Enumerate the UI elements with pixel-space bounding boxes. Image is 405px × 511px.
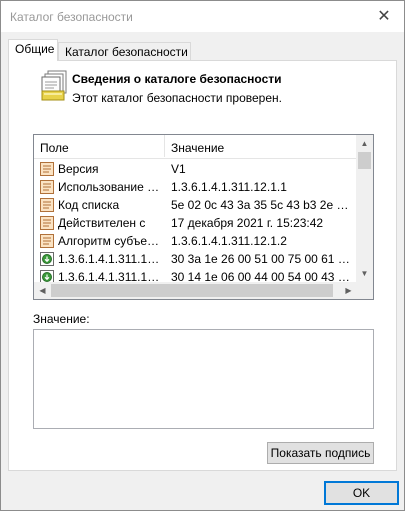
row-field: Использование субъекта — [58, 180, 163, 194]
window-title: Каталог безопасности — [10, 10, 133, 24]
info-heading: Сведения о каталоге безопасности — [72, 72, 282, 86]
list-item[interactable]: Использование субъекта 1.3.6.1.4.1.311.1… — [34, 178, 357, 196]
row-field: Алгоритм субъекта — [58, 234, 163, 248]
horizontal-scrollbar[interactable]: ◀ ▶ — [34, 282, 357, 299]
list-item[interactable]: Версия V1 — [34, 160, 357, 178]
column-field[interactable]: Поле — [40, 141, 69, 155]
row-field: Действителен с — [58, 216, 146, 230]
vertical-scrollbar[interactable]: ▲ ▼ — [356, 135, 373, 282]
row-value: 17 декабря 2021 г. 15:23:42 — [171, 216, 324, 230]
value-label: Значение: — [33, 312, 90, 326]
close-icon[interactable]: ✕ — [370, 4, 398, 28]
details-list[interactable]: Поле Значение Версия V1 Использование су… — [33, 134, 374, 300]
property-icon — [40, 198, 54, 212]
security-catalog-icon — [41, 70, 67, 101]
tab-general[interactable]: Общие — [8, 39, 58, 61]
property-icon — [40, 234, 54, 248]
show-signature-button[interactable]: Показать подпись — [267, 442, 374, 464]
row-value: 1.3.6.1.4.1.311.12.1.2 — [171, 234, 287, 248]
list-header: Поле Значение — [34, 135, 357, 159]
row-value: 30 3a 1e 26 00 51 00 75 00 61 00 6c ... — [171, 252, 355, 266]
scroll-left-icon[interactable]: ◀ — [34, 282, 51, 299]
property-icon — [40, 162, 54, 176]
row-field: 1.3.6.1.4.1.311.12.2.1 — [58, 252, 163, 266]
column-value[interactable]: Значение — [171, 141, 224, 155]
certificate-window: Каталог безопасности ✕ Общие Каталог без… — [0, 0, 405, 511]
row-value: V1 — [171, 162, 186, 176]
property-icon — [40, 180, 54, 194]
list-item[interactable]: Действителен с 17 декабря 2021 г. 15:23:… — [34, 214, 357, 232]
scroll-right-icon[interactable]: ▶ — [340, 282, 357, 299]
attribute-icon — [40, 252, 54, 266]
row-field: Код списка — [58, 198, 120, 212]
list-rows: Версия V1 Использование субъекта 1.3.6.1… — [34, 160, 357, 286]
row-field: Версия — [58, 162, 99, 176]
horizontal-scroll-thumb[interactable] — [51, 284, 333, 297]
scrollbar-corner — [356, 282, 373, 299]
column-divider[interactable] — [164, 135, 165, 157]
scroll-up-icon[interactable]: ▲ — [356, 135, 373, 152]
value-textbox[interactable] — [33, 329, 374, 429]
vertical-scroll-thumb[interactable] — [358, 152, 371, 169]
row-value: 5e 02 0c 43 3a 35 5c 43 b3 2e 4b a7 ... — [171, 198, 355, 212]
property-icon — [40, 216, 54, 230]
list-item[interactable]: 1.3.6.1.4.1.311.12.2.1 30 3a 1e 26 00 51… — [34, 250, 357, 268]
ok-button[interactable]: OK — [324, 481, 399, 505]
scroll-down-icon[interactable]: ▼ — [356, 265, 373, 282]
info-subheading: Этот каталог безопасности проверен. — [72, 91, 282, 105]
list-item[interactable]: Код списка 5e 02 0c 43 3a 35 5c 43 b3 2e… — [34, 196, 357, 214]
row-value: 1.3.6.1.4.1.311.12.1.1 — [171, 180, 287, 194]
list-item[interactable]: Алгоритм субъекта 1.3.6.1.4.1.311.12.1.2 — [34, 232, 357, 250]
tab-security-catalog[interactable]: Каталог безопасности — [58, 42, 191, 60]
tab-panel: Сведения о каталоге безопасности Этот ка… — [8, 60, 397, 471]
title-bar: Каталог безопасности ✕ — [1, 1, 404, 32]
